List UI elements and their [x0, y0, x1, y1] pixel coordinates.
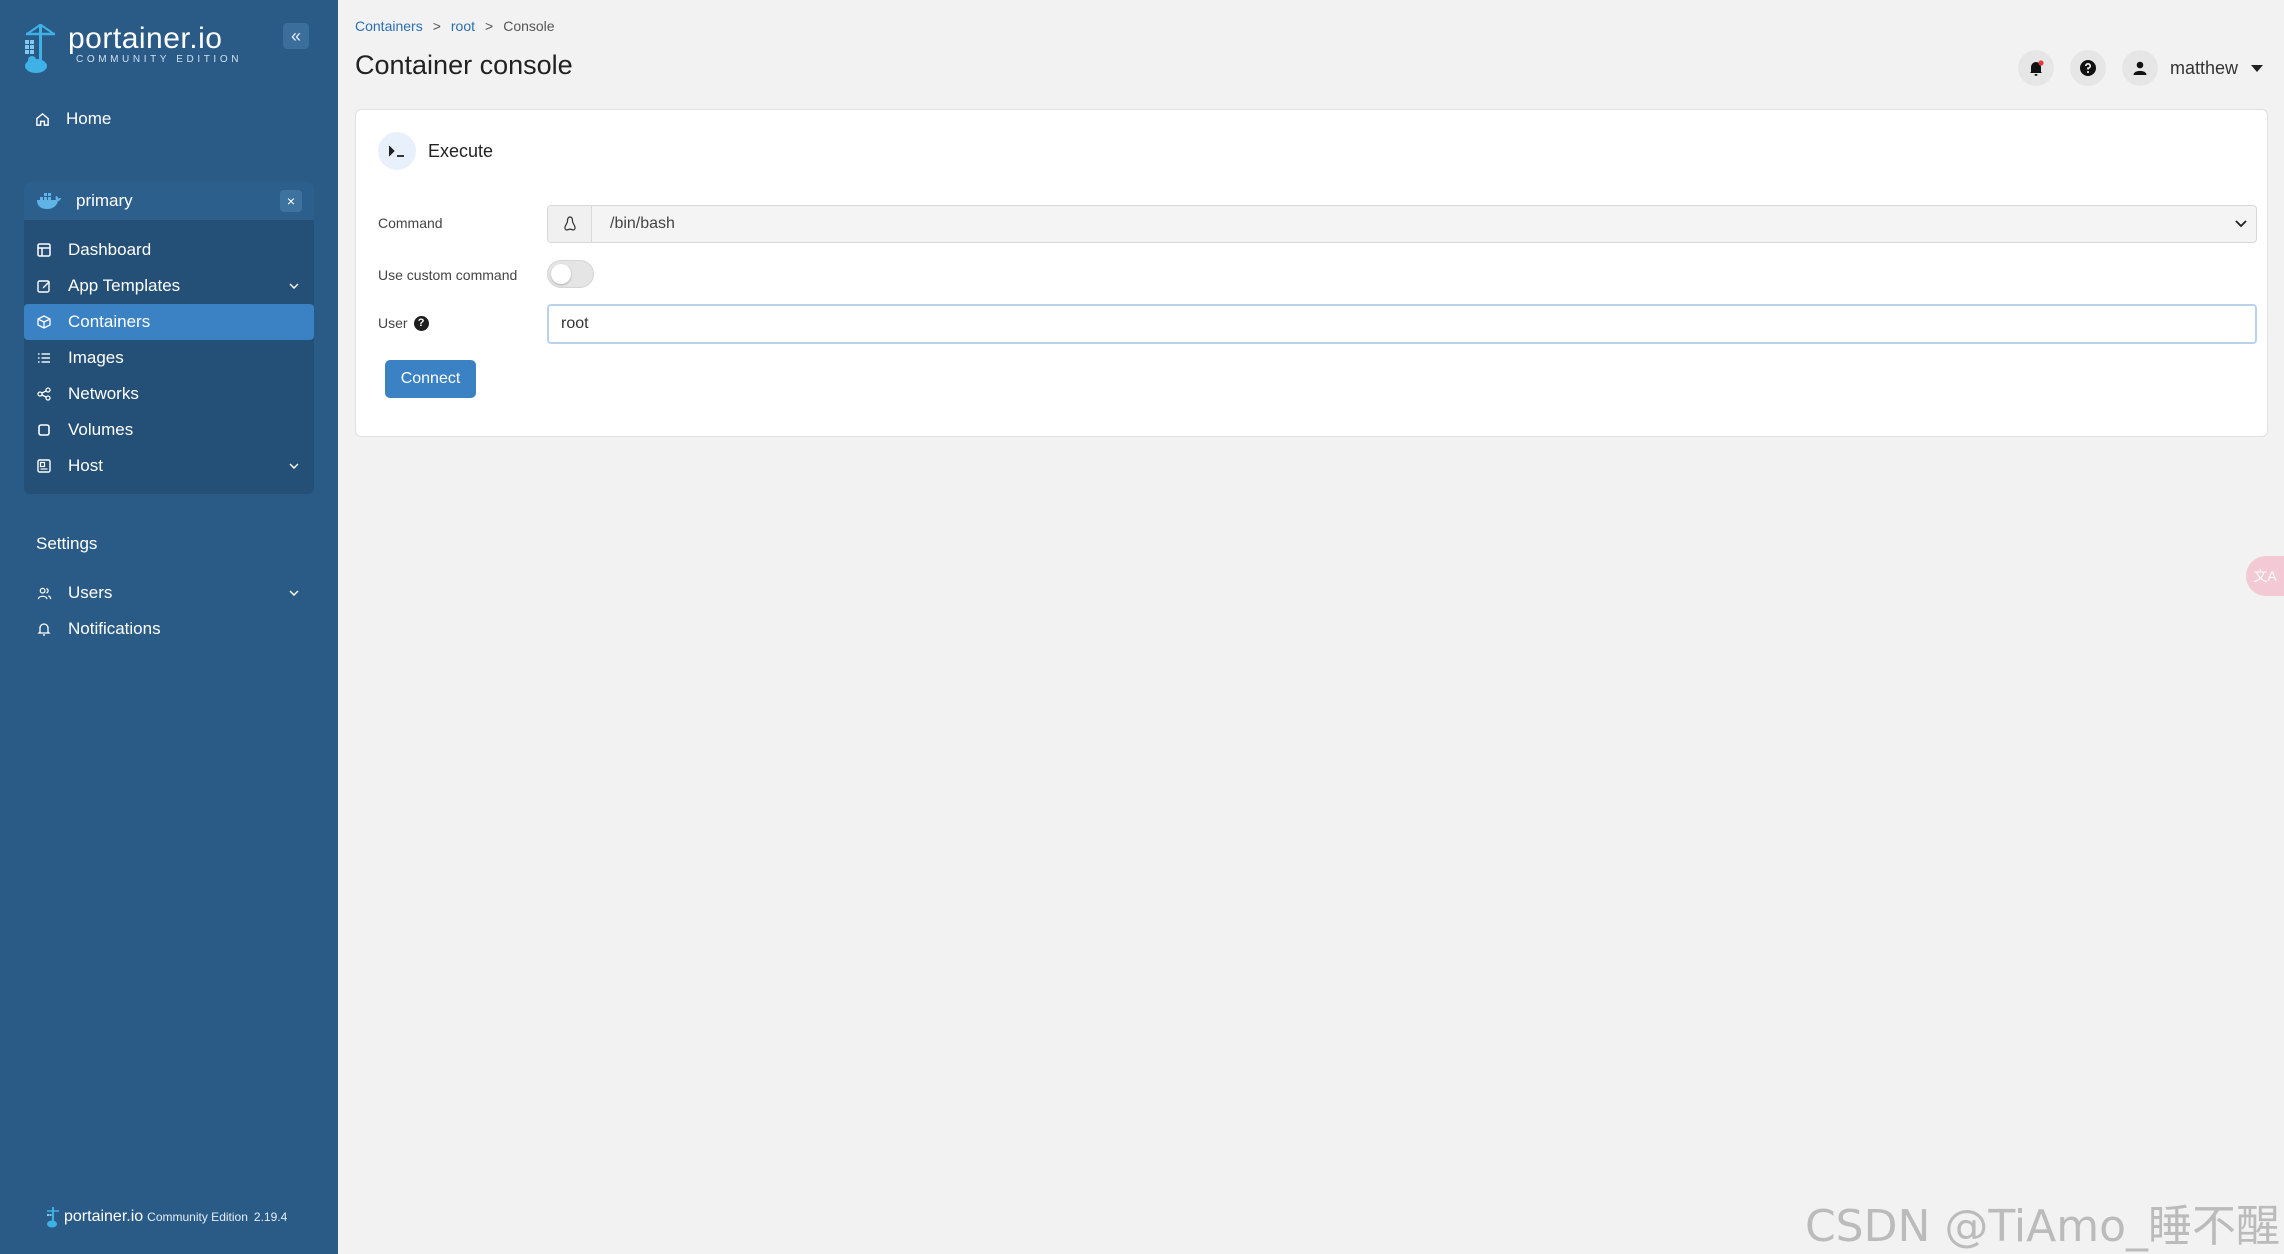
custom-command-toggle[interactable]	[547, 260, 594, 288]
environment-name: primary	[76, 191, 133, 210]
sidebar-item-label: Users	[68, 583, 113, 602]
sidebar-item-containers[interactable]: Containers	[24, 304, 314, 340]
custom-command-label: Use custom command	[378, 267, 518, 283]
bell-icon	[36, 621, 52, 637]
users-icon	[36, 585, 52, 601]
breadcrumb-root-link[interactable]: root	[451, 18, 475, 34]
home-icon	[34, 111, 50, 127]
command-select-value: /bin/bash	[610, 215, 675, 232]
card-header: Execute	[378, 132, 493, 170]
list-icon	[36, 350, 52, 366]
sidebar-item-label: Networks	[68, 384, 139, 403]
help-circle-icon	[2079, 60, 2096, 76]
chevron-down-icon	[289, 463, 299, 470]
main-content: Containers > root > Console Container co…	[338, 0, 2284, 1254]
environment-close-button[interactable]: ×	[280, 190, 302, 212]
sidebar-footer: portainer.io Community Edition 2.19.4	[46, 1206, 287, 1228]
edit-icon	[36, 278, 52, 294]
notifications-button[interactable]	[2017, 50, 2054, 86]
terminal-icon	[378, 132, 416, 170]
breadcrumb-separator: >	[485, 18, 494, 34]
sidebar-item-label: Host	[68, 456, 103, 475]
sidebar-item-label: Dashboard	[68, 240, 152, 259]
caret-down-icon	[2251, 65, 2263, 72]
footer-brand-name: portainer.io	[64, 1208, 144, 1225]
avatar	[2121, 50, 2158, 86]
portainer-logo-icon	[25, 24, 55, 73]
page-title: Container console	[355, 50, 573, 80]
collapse-sidebar-button[interactable]: «	[283, 23, 309, 49]
card-title: Execute	[428, 140, 494, 161]
sidebar-item-volumes[interactable]: Volumes	[24, 412, 314, 448]
sidebar-item-host[interactable]: Host	[24, 448, 314, 484]
brand-name: portainer.io	[68, 22, 223, 55]
close-icon: ×	[286, 193, 296, 209]
portainer-logo-icon	[47, 1207, 59, 1228]
share-icon	[36, 386, 52, 402]
breadcrumb: Containers > root > Console	[355, 18, 555, 34]
sidebar-item-notifications[interactable]: Notifications	[22, 614, 314, 644]
user-label: User ?	[378, 315, 429, 331]
dashboard-icon	[36, 242, 52, 258]
toggle-knob	[551, 264, 571, 284]
sidebar-item-label: Containers	[68, 312, 151, 331]
sidebar-item-label: Volumes	[68, 420, 134, 439]
user-input[interactable]	[547, 304, 2257, 344]
username: matthew	[2169, 57, 2238, 78]
help-button[interactable]	[2069, 50, 2106, 86]
user-icon	[2133, 61, 2147, 75]
user-label-text: User	[378, 315, 408, 331]
breadcrumb-current: Console	[503, 18, 555, 34]
linux-icon	[548, 206, 592, 242]
environment-panel: primary × Dashboard App Templates Contai…	[24, 182, 314, 494]
watermark: CSDN @TiAmo_睡不醒	[1804, 1201, 2280, 1252]
environment-header[interactable]: primary ×	[24, 182, 314, 220]
breadcrumb-containers-link[interactable]: Containers	[355, 18, 423, 34]
sidebar-item-dashboard[interactable]: Dashboard	[24, 232, 314, 268]
bell-icon	[2029, 60, 2044, 76]
translate-icon[interactable]: 文A	[2246, 556, 2284, 596]
footer-version: 2.19.4	[253, 1210, 288, 1224]
sidebar-item-label: Home	[66, 109, 112, 128]
command-select[interactable]: /bin/bash	[547, 205, 2257, 243]
chevron-down-icon	[289, 283, 299, 290]
sidebar-item-label: Notifications	[68, 619, 161, 638]
sidebar-item-app-templates[interactable]: App Templates	[24, 268, 314, 304]
docker-icon	[37, 193, 61, 209]
square-icon	[36, 422, 52, 438]
chevron-down-icon	[289, 590, 299, 597]
sidebar-item-networks[interactable]: Networks	[24, 376, 314, 412]
sidebar-item-label: Images	[68, 348, 124, 367]
connect-button[interactable]: Connect	[385, 360, 476, 398]
command-label: Command	[378, 215, 443, 231]
sidebar: portainer.io COMMUNITY EDITION « Home pr…	[0, 0, 338, 1254]
sidebar-item-images[interactable]: Images	[24, 340, 314, 376]
footer-edition: Community Edition	[147, 1210, 248, 1224]
double-chevron-left-icon: «	[290, 25, 301, 46]
breadcrumb-separator: >	[432, 18, 441, 34]
execute-card: Execute Command /bin/bash Use custom com…	[355, 109, 2268, 437]
topbar-actions: matthew	[2017, 50, 2264, 86]
brand-edition: COMMUNITY EDITION	[76, 54, 243, 65]
sidebar-item-label: App Templates	[68, 276, 181, 295]
box-icon	[36, 314, 52, 330]
chevron-down-icon	[2226, 219, 2256, 229]
settings-section-title: Settings	[36, 534, 98, 553]
help-icon[interactable]: ?	[413, 315, 429, 331]
server-icon	[36, 458, 52, 474]
sidebar-item-home[interactable]: Home	[22, 104, 314, 134]
brand[interactable]: portainer.io COMMUNITY EDITION	[22, 22, 242, 74]
user-menu[interactable]: matthew	[2121, 50, 2264, 86]
sidebar-item-users[interactable]: Users	[22, 578, 314, 608]
